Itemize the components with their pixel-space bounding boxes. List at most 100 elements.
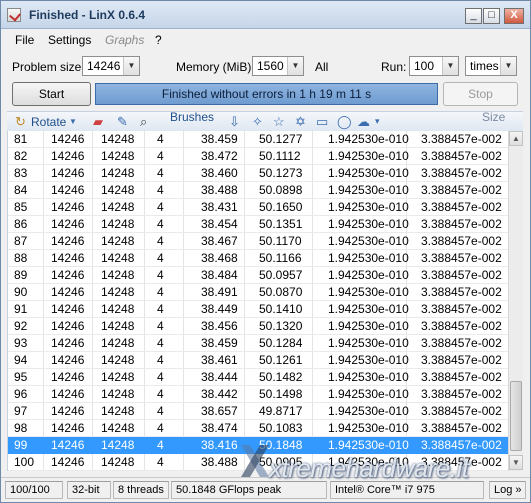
brushes-menu[interactable]: Brushes: [170, 110, 214, 124]
table-cell: 3.388457e-002: [421, 183, 502, 197]
menu-file[interactable]: File: [15, 33, 34, 47]
table-row[interactable]: 81 14246 14248 4 38.459 50.1277 1.942530e-010 3…: [8, 131, 508, 148]
table-row[interactable]: 83 14246 14248 4 38.460 50.1273 1.942530e-010 3…: [8, 165, 508, 182]
maximize-button[interactable]: □: [483, 8, 500, 24]
vertical-scrollbar[interactable]: ▲ ▼: [508, 131, 523, 471]
table-cell: 14248: [101, 268, 135, 282]
rotate-icon: ↻: [15, 114, 26, 129]
log-button[interactable]: Log »: [489, 481, 526, 499]
table-row[interactable]: 88 14246 14248 4 38.468 50.1166 1.942530e-010 3…: [8, 250, 508, 267]
table-row[interactable]: 92 14246 14248 4 38.456 50.1320 1.942530e-010 3…: [8, 318, 508, 335]
linx-app-icon: [7, 8, 21, 22]
table-row[interactable]: 97 14246 14248 4 38.657 49.8717 1.942530e-010 3…: [8, 403, 508, 420]
table-cell: 3.388457e-002: [421, 285, 502, 299]
table-cell: 85: [14, 200, 28, 214]
table-cell: 1.942530e-010: [328, 421, 409, 435]
menu-bar: File Settings Graphs ?: [1, 30, 530, 50]
scroll-down-icon[interactable]: ▼: [509, 455, 523, 470]
run-count-select[interactable]: 100 ▼: [409, 56, 459, 76]
table-cell: 1.942530e-010: [328, 336, 409, 350]
table-cell: 3.388457e-002: [421, 455, 502, 469]
star-four-icon[interactable]: ✧: [252, 115, 266, 128]
close-button[interactable]: X: [504, 8, 524, 24]
stop-button[interactable]: Stop: [443, 82, 518, 106]
table-cell: 38.488: [201, 183, 238, 197]
star-six-icon[interactable]: ✡: [295, 115, 309, 128]
table-row[interactable]: 96 14246 14248 4 38.442 50.1498 1.942530e-010 3…: [8, 386, 508, 403]
table-cell: 14246: [51, 319, 85, 333]
table-cell: 3.388457e-002: [421, 302, 502, 316]
table-cell: 50.1320: [259, 319, 303, 333]
magnifier-icon[interactable]: ⌕: [140, 115, 154, 128]
table-row[interactable]: 94 14246 14248 4 38.461 50.1261 1.942530e-010 3…: [8, 352, 508, 369]
table-cell: 14248: [101, 251, 135, 265]
arrow-down-shape-icon[interactable]: ⇩: [229, 115, 243, 128]
problem-size-select[interactable]: 14246 ▼: [82, 56, 140, 76]
rotate-menu[interactable]: Rotate: [31, 115, 66, 129]
table-cell: 14246: [51, 285, 85, 299]
chevron-down-icon: ▼: [500, 57, 516, 75]
menu-help[interactable]: ?: [155, 33, 162, 47]
table-cell: 14248: [101, 234, 135, 248]
table-row[interactable]: 85 14246 14248 4 38.431 50.1650 1.942530e-010 3…: [8, 199, 508, 216]
table-cell: 14246: [51, 268, 85, 282]
table-row[interactable]: 89 14246 14248 4 38.484 50.0957 1.942530e-010 3…: [8, 267, 508, 284]
table-cell: 14248: [101, 455, 135, 469]
table-cell: 38.456: [201, 319, 238, 333]
star-five-icon[interactable]: ☆: [273, 115, 287, 128]
table-row[interactable]: 86 14246 14248 4 38.454 50.1351 1.942530e-010 3…: [8, 216, 508, 233]
table-cell: 1.942530e-010: [328, 455, 409, 469]
table-cell: 38.657: [201, 404, 238, 418]
table-row[interactable]: 99 14246 14248 4 38.416 50.1848 1.942530e-010 3…: [8, 437, 508, 454]
table-row[interactable]: 93 14246 14248 4 38.459 50.1284 1.942530e-010 3…: [8, 335, 508, 352]
scroll-up-icon[interactable]: ▲: [509, 131, 523, 146]
table-cell: 1.942530e-010: [328, 183, 409, 197]
memory-select[interactable]: 1560 ▼: [252, 56, 304, 76]
table-cell: 4: [157, 183, 164, 197]
table-cell: 50.1166: [259, 251, 302, 265]
table-cell: 4: [157, 370, 164, 384]
table-cell: 100: [14, 455, 35, 469]
all-label[interactable]: All: [315, 60, 328, 74]
eyedropper-icon[interactable]: ✎: [117, 115, 131, 128]
table-row[interactable]: 100 14246 14248 4 38.488 50.0905 1.942530e-010…: [8, 454, 508, 471]
table-cell: 83: [14, 166, 28, 180]
scroll-thumb[interactable]: [510, 381, 522, 451]
table-cell: 86: [14, 217, 28, 231]
rounded-callout-icon[interactable]: ▭: [316, 115, 330, 128]
problem-size-label: Problem size:: [12, 60, 85, 74]
table-row[interactable]: 95 14246 14248 4 38.444 50.1482 1.942530e-010 3…: [8, 369, 508, 386]
table-cell: 3.388457e-002: [421, 268, 502, 282]
table-cell: 38.468: [201, 251, 238, 265]
table-row[interactable]: 98 14246 14248 4 38.474 50.1083 1.942530e-010 3…: [8, 420, 508, 437]
table-cell: 14246: [51, 370, 85, 384]
table-row[interactable]: 91 14246 14248 4 38.449 50.1410 1.942530e-010 3…: [8, 301, 508, 318]
cloud-callout-icon[interactable]: ☁: [357, 115, 371, 128]
table-cell: 1.942530e-010: [328, 353, 409, 367]
table-cell: 3.388457e-002: [421, 217, 502, 231]
table-row[interactable]: 90 14246 14248 4 38.491 50.0870 1.942530e-010 3…: [8, 284, 508, 301]
table-row[interactable]: 82 14246 14248 4 38.472 50.1112 1.942530e-010 3…: [8, 148, 508, 165]
window-title: Finished - LinX 0.6.4: [29, 8, 146, 22]
eraser-icon[interactable]: ▰: [93, 115, 107, 128]
table-cell: 50.0898: [259, 183, 303, 197]
status-cpu: Intel® Core™ i7 975: [330, 481, 484, 499]
table-cell: 38.416: [201, 438, 238, 452]
menu-settings[interactable]: Settings: [48, 33, 91, 47]
table-cell: 3.388457e-002: [421, 200, 502, 214]
menu-graphs[interactable]: Graphs: [105, 33, 144, 47]
title-bar[interactable]: Finished - LinX 0.6.4 _ □ X: [1, 1, 530, 29]
table-row[interactable]: 84 14246 14248 4 38.488 50.0898 1.942530e-010 3…: [8, 182, 508, 199]
table-cell: 50.1083: [259, 421, 303, 435]
oval-callout-icon[interactable]: ◯: [337, 115, 352, 128]
size-menu[interactable]: Size: [482, 110, 505, 124]
shapes-more-icon[interactable]: ▾: [375, 115, 389, 128]
start-button[interactable]: Start: [12, 82, 91, 106]
table-cell: 14246: [51, 183, 85, 197]
status-bar: 100/100 32-bit 8 threads 50.1848 GFlops …: [1, 477, 530, 502]
run-unit-select[interactable]: times ▼: [465, 56, 517, 76]
table-cell: 1.942530e-010: [328, 251, 409, 265]
table-cell: 3.388457e-002: [421, 404, 502, 418]
minimize-button[interactable]: _: [465, 8, 482, 24]
table-row[interactable]: 87 14246 14248 4 38.467 50.1170 1.942530e-010 3…: [8, 233, 508, 250]
